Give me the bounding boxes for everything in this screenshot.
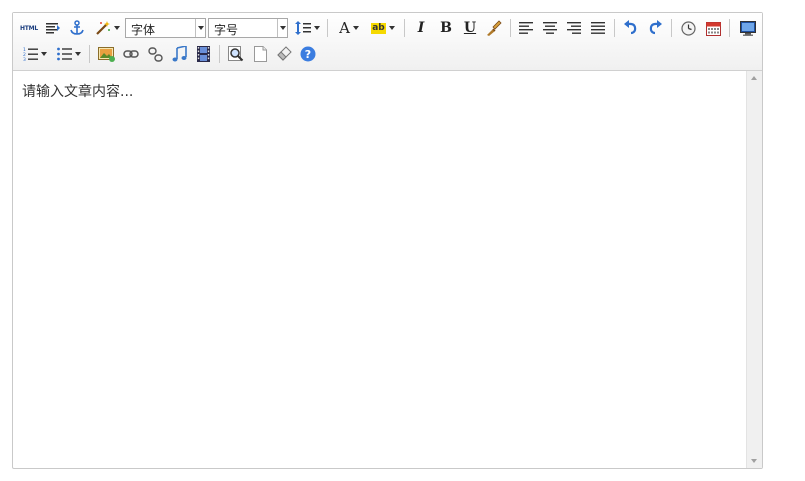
font-color-icon: A	[339, 19, 350, 37]
underline-icon: U	[463, 20, 477, 36]
format-painter-button[interactable]	[484, 18, 504, 38]
bold-button[interactable]: B	[436, 18, 456, 38]
magic-wand-dropdown[interactable]	[93, 18, 121, 38]
highlight-color-icon: ab	[371, 22, 386, 34]
align-left-button[interactable]	[517, 18, 535, 38]
italic-button[interactable]: I	[411, 18, 431, 38]
font-family-value: 字体	[131, 23, 156, 37]
vertical-scrollbar[interactable]	[746, 71, 762, 468]
clear-format-button[interactable]	[274, 44, 294, 64]
ordered-list-dropdown[interactable]: 123	[21, 44, 49, 64]
chevron-down-icon	[277, 19, 287, 37]
music-icon	[172, 46, 187, 62]
font-size-value: 字号	[214, 23, 239, 37]
toolbar-separator	[327, 19, 328, 37]
font-size-select[interactable]: 字号	[208, 18, 288, 38]
bold-icon: B	[440, 20, 452, 36]
find-icon	[228, 46, 244, 62]
font-family-select[interactable]: 字体	[125, 18, 206, 38]
html-source-icon: HTML	[19, 24, 39, 32]
ordered-list-icon: 123	[23, 47, 38, 61]
link-icon	[123, 50, 139, 58]
align-right-icon	[567, 22, 581, 34]
find-replace-button[interactable]	[226, 44, 246, 64]
unlink-button[interactable]	[145, 44, 165, 64]
dropdown-arrow-icon	[41, 52, 47, 56]
time-icon	[680, 20, 696, 36]
svg-text:3: 3	[23, 57, 26, 61]
preview-button[interactable]	[738, 18, 758, 38]
magic-wand-icon	[95, 21, 110, 35]
new-document-button[interactable]	[250, 44, 270, 64]
line-height-icon	[294, 21, 311, 35]
dropdown-arrow-icon	[313, 26, 320, 30]
align-center-button[interactable]	[541, 18, 559, 38]
scroll-down-arrow-icon[interactable]	[751, 459, 757, 463]
insert-time-button[interactable]	[678, 18, 698, 38]
redo-button[interactable]	[645, 18, 665, 38]
help-button[interactable]: ?	[298, 44, 318, 64]
help-icon: ?	[300, 46, 316, 62]
paragraph-format-button[interactable]	[44, 18, 62, 38]
toolbar-separator	[404, 19, 405, 37]
underline-button[interactable]: U	[460, 18, 480, 38]
paragraph-format-icon	[46, 23, 60, 34]
editor-placeholder: 请输入文章内容...	[22, 84, 134, 100]
unordered-list-icon	[57, 47, 72, 61]
line-height-dropdown[interactable]	[293, 18, 321, 38]
redo-icon	[649, 20, 662, 35]
toolbar-separator	[219, 45, 220, 63]
image-icon	[97, 46, 115, 62]
html-source-button[interactable]: HTML	[19, 18, 39, 38]
toolbar-separator	[614, 19, 615, 37]
dropdown-arrow-icon	[75, 52, 81, 56]
insert-link-button[interactable]	[121, 44, 141, 64]
rich-text-editor: HTML 字体 字号 A ab I B U 1 2 3 ? 请输入文章内容...	[12, 12, 763, 469]
undo-button[interactable]	[621, 18, 641, 38]
chevron-down-icon	[195, 19, 205, 37]
preview-icon	[740, 20, 756, 36]
dropdown-arrow-icon	[352, 26, 359, 30]
align-right-button[interactable]	[565, 18, 583, 38]
italic-icon: I	[417, 20, 425, 36]
align-left-icon	[519, 22, 533, 34]
anchor-button[interactable]	[68, 18, 86, 38]
insert-image-button[interactable]	[96, 44, 116, 64]
undo-icon	[624, 20, 637, 35]
date-icon	[705, 21, 721, 36]
insert-date-button[interactable]	[703, 18, 723, 38]
format-painter-icon	[487, 20, 502, 36]
scroll-up-arrow-icon[interactable]	[751, 76, 757, 80]
align-center-icon	[543, 22, 557, 34]
insert-video-button[interactable]	[193, 44, 213, 64]
toolbar-separator	[510, 19, 511, 37]
eraser-icon	[277, 46, 292, 61]
editor-content-area[interactable]: 请输入文章内容...	[13, 71, 746, 468]
toolbar-separator	[89, 45, 90, 63]
toolbar-separator	[671, 19, 672, 37]
toolbar-separator	[729, 19, 730, 37]
video-icon	[196, 46, 210, 62]
insert-music-button[interactable]	[169, 44, 189, 64]
align-justify-icon	[591, 22, 605, 34]
dropdown-arrow-icon	[388, 26, 395, 30]
new-document-icon	[253, 46, 267, 62]
dropdown-arrow-icon	[113, 26, 120, 30]
font-color-dropdown[interactable]: A	[335, 18, 363, 38]
unordered-list-dropdown[interactable]	[55, 44, 83, 64]
svg-text:?: ?	[305, 48, 311, 61]
align-justify-button[interactable]	[589, 18, 607, 38]
highlight-color-dropdown[interactable]: ab	[368, 18, 398, 38]
unlink-icon	[147, 46, 163, 62]
anchor-icon	[70, 20, 84, 35]
editor-toolbar: HTML 字体 字号 A ab I B U 1 2 3 ?	[13, 13, 762, 71]
